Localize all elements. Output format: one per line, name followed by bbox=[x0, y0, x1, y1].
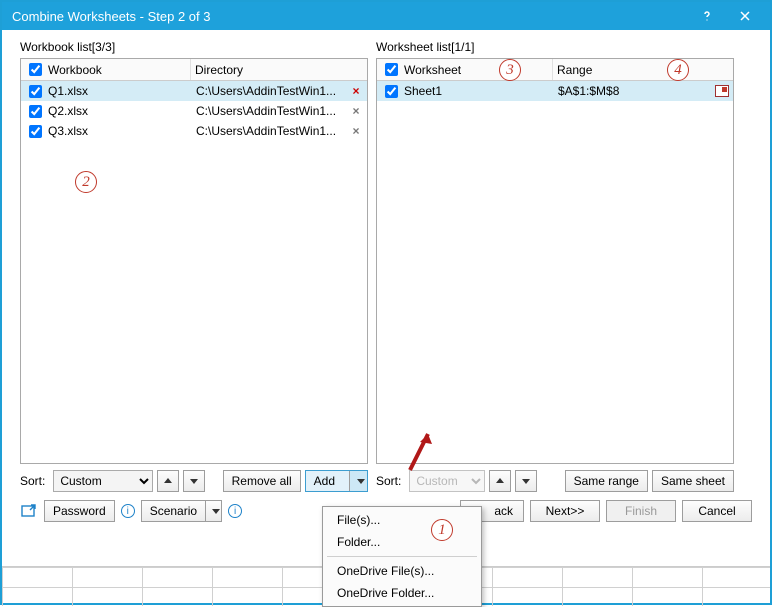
workbook-name-cell: Q3.xlsx bbox=[48, 124, 196, 138]
worksheet-range-cell: $A$1:$M$8 bbox=[558, 84, 715, 98]
worksheet-col-header: Worksheet bbox=[404, 63, 461, 77]
annotation-arrow bbox=[400, 420, 440, 480]
workbook-select-all-checkbox[interactable] bbox=[29, 63, 42, 76]
menu-onedrive-folder[interactable]: OneDrive Folder... bbox=[323, 582, 481, 604]
workbook-col-header: Workbook bbox=[48, 63, 102, 77]
sort-label-right: Sort: bbox=[376, 474, 401, 488]
move-up-button[interactable] bbox=[157, 470, 179, 492]
info-icon[interactable]: i bbox=[121, 504, 135, 518]
workbook-list-panel: Workbook Directory Q1.xlsx C:\Users\Addi… bbox=[20, 58, 368, 464]
workbook-dir-cell: C:\Users\AddinTestWin1... bbox=[196, 124, 349, 138]
worksheet-list-panel: Worksheet Range Sheet1 $A$1:$M$8 3 4 bbox=[376, 58, 734, 464]
workbook-dir-cell: C:\Users\AddinTestWin1... bbox=[196, 104, 349, 118]
marker-2: 2 bbox=[75, 171, 97, 193]
workbook-row-checkbox[interactable] bbox=[29, 105, 42, 118]
remove-row-icon[interactable]: × bbox=[349, 124, 363, 138]
window-title: Combine Worksheets - Step 2 of 3 bbox=[12, 9, 688, 24]
add-dropdown-toggle[interactable] bbox=[349, 471, 367, 491]
titlebar: Combine Worksheets - Step 2 of 3 bbox=[2, 2, 770, 30]
worksheet-name-cell: Sheet1 bbox=[404, 84, 558, 98]
marker-3: 3 bbox=[499, 59, 521, 81]
menu-files[interactable]: File(s)... bbox=[323, 509, 481, 531]
workbook-row-checkbox[interactable] bbox=[29, 125, 42, 138]
menu-folder[interactable]: Folder... bbox=[323, 531, 481, 553]
range-col-header: Range bbox=[557, 63, 592, 77]
finish-button[interactable]: Finish bbox=[606, 500, 676, 522]
remove-row-icon[interactable]: × bbox=[349, 84, 363, 98]
open-file-icon[interactable] bbox=[20, 502, 38, 520]
add-button[interactable]: Add bbox=[305, 470, 368, 492]
move-up-button-right[interactable] bbox=[489, 470, 511, 492]
password-button[interactable]: Password bbox=[44, 500, 115, 522]
worksheet-select-all-checkbox[interactable] bbox=[385, 63, 398, 76]
menu-onedrive-files[interactable]: OneDrive File(s)... bbox=[323, 560, 481, 582]
cancel-button[interactable]: Cancel bbox=[682, 500, 752, 522]
next-button[interactable]: Next>> bbox=[530, 500, 600, 522]
help-button[interactable] bbox=[688, 2, 726, 30]
scenario-button[interactable]: Scenario bbox=[141, 500, 222, 522]
remove-row-icon[interactable]: × bbox=[349, 104, 363, 118]
menu-separator bbox=[327, 556, 477, 557]
workbook-row[interactable]: Q2.xlsx C:\Users\AddinTestWin1... × bbox=[21, 101, 367, 121]
same-sheet-button[interactable]: Same sheet bbox=[652, 470, 734, 492]
worksheet-list-label: Worksheet list[1/1] bbox=[376, 40, 734, 54]
workbook-list-label: Workbook list[3/3] bbox=[20, 40, 368, 54]
marker-1: 1 bbox=[431, 519, 453, 541]
range-picker-icon[interactable] bbox=[715, 85, 729, 97]
move-down-button[interactable] bbox=[183, 470, 205, 492]
workbook-dir-cell: C:\Users\AddinTestWin1... bbox=[196, 84, 349, 98]
workbook-header-row: Workbook Directory bbox=[21, 59, 367, 81]
close-button[interactable] bbox=[726, 2, 764, 30]
remove-all-button[interactable]: Remove all bbox=[223, 470, 301, 492]
worksheet-rows: Sheet1 $A$1:$M$8 bbox=[377, 81, 733, 101]
workbook-row[interactable]: Q1.xlsx C:\Users\AddinTestWin1... × bbox=[21, 81, 367, 101]
worksheet-row-checkbox[interactable] bbox=[385, 85, 398, 98]
sort-label: Sort: bbox=[20, 474, 45, 488]
left-toolbar: Sort: Custom Remove all Add bbox=[20, 470, 368, 492]
worksheet-row[interactable]: Sheet1 $A$1:$M$8 bbox=[377, 81, 733, 101]
directory-col-header: Directory bbox=[195, 63, 243, 77]
workbook-name-cell: Q2.xlsx bbox=[48, 104, 196, 118]
workbook-row[interactable]: Q3.xlsx C:\Users\AddinTestWin1... × bbox=[21, 121, 367, 141]
main-area: Workbook list[3/3] Workbook Directory Q1… bbox=[2, 30, 770, 492]
add-button-label: Add bbox=[306, 474, 343, 488]
scenario-button-label: Scenario bbox=[142, 504, 205, 518]
info-icon[interactable]: i bbox=[228, 504, 242, 518]
workbook-rows: Q1.xlsx C:\Users\AddinTestWin1... × Q2.x… bbox=[21, 81, 367, 141]
window: Combine Worksheets - Step 2 of 3 Workboo… bbox=[0, 0, 772, 605]
workbook-row-checkbox[interactable] bbox=[29, 85, 42, 98]
move-down-button-right[interactable] bbox=[515, 470, 537, 492]
workbook-name-cell: Q1.xlsx bbox=[48, 84, 196, 98]
left-sort-select[interactable]: Custom bbox=[53, 470, 153, 492]
same-range-button[interactable]: Same range bbox=[565, 470, 648, 492]
marker-4: 4 bbox=[667, 59, 689, 81]
scenario-dropdown-toggle[interactable] bbox=[205, 501, 221, 521]
add-dropdown-menu: File(s)... Folder... OneDrive File(s)...… bbox=[322, 506, 482, 607]
